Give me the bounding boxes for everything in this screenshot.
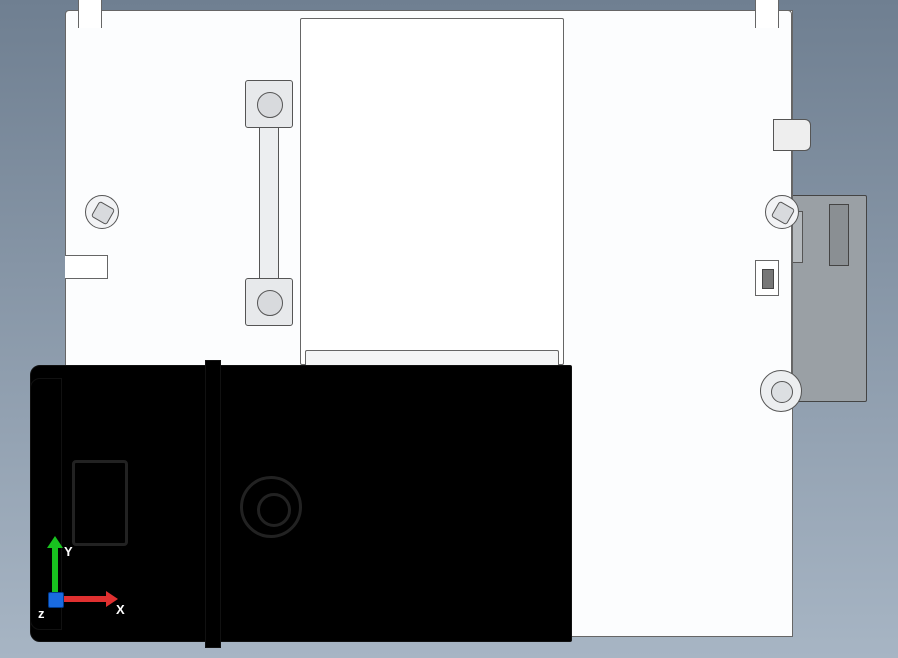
top-notch-right <box>755 0 779 28</box>
standoff-top <box>245 80 293 128</box>
right-side-sensor <box>755 260 779 296</box>
hex-screw-left <box>85 195 119 229</box>
center-cover-panel <box>300 18 564 365</box>
motor-connector-slot <box>72 460 128 546</box>
hex-screw-right <box>765 195 799 229</box>
motor-clamp-band <box>205 360 221 648</box>
side-bracket <box>790 195 867 402</box>
standoff-bottom <box>245 278 293 326</box>
standoff-bar <box>259 126 279 278</box>
top-right-stud <box>773 119 811 151</box>
cad-3d-viewport[interactable]: Y X z <box>0 0 898 658</box>
motor-shaft-face <box>240 476 302 538</box>
round-boss <box>760 370 802 412</box>
top-notch-left <box>78 0 102 28</box>
bracket-slot <box>829 204 849 266</box>
servo-motor-endcap <box>30 378 62 630</box>
left-side-slot <box>65 255 108 279</box>
